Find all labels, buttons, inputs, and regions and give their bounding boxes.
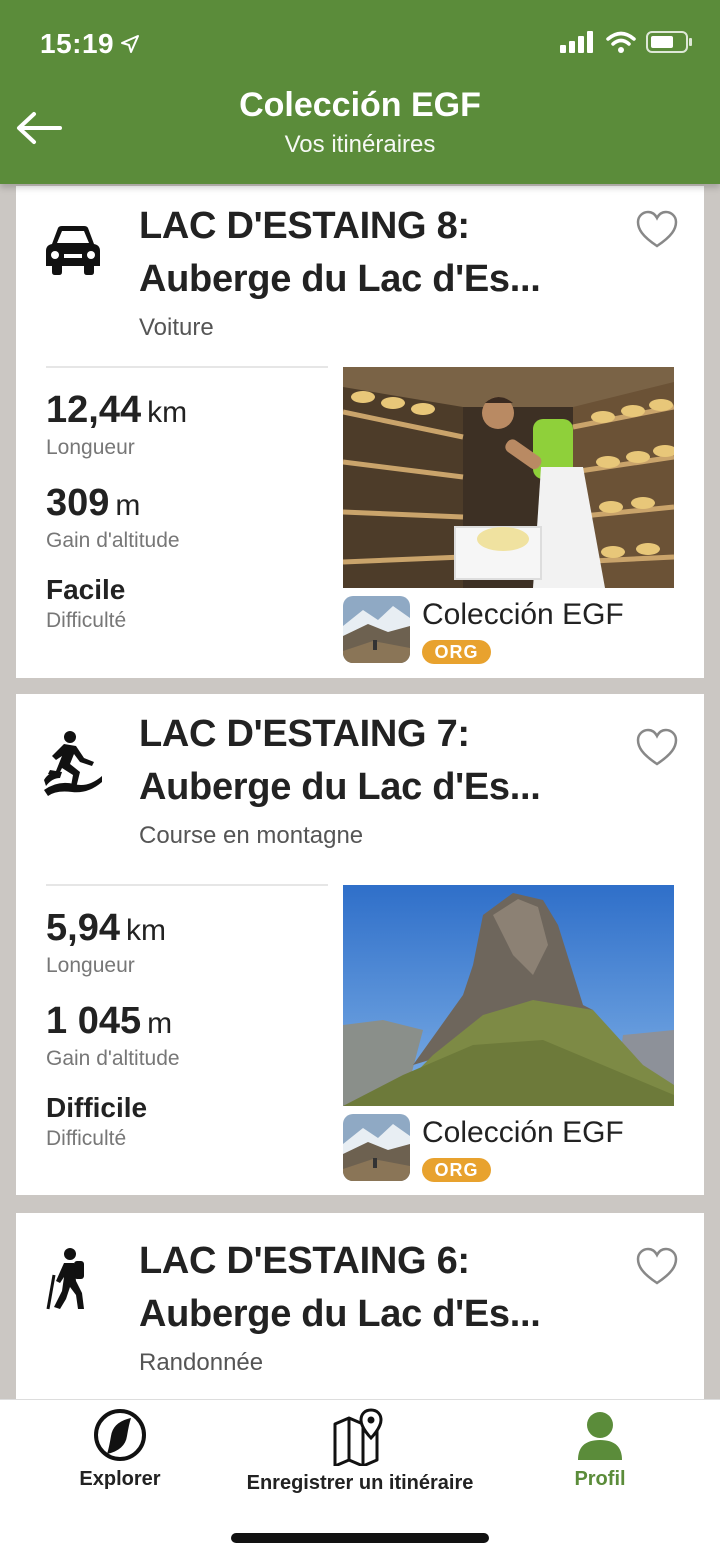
organization-avatar[interactable] [343,1114,410,1181]
nav-profile[interactable]: Profil [550,1408,650,1491]
itinerary-photo[interactable] [343,885,674,1106]
explore-icon [94,1409,146,1461]
organization-name[interactable]: Colección EGF [422,598,624,632]
location-arrow-icon [121,35,139,53]
itinerary-card[interactable]: LAC D'ESTAING 7: Auberge du Lac d'Es... … [16,694,704,1195]
battery-icon [646,31,692,53]
heart-icon[interactable] [636,1247,678,1287]
home-indicator [231,1533,489,1543]
activity-type: Randonnée [139,1349,264,1376]
car-icon [46,226,100,275]
itinerary-photo[interactable] [343,367,674,588]
itinerary-list[interactable]: LAC D'ESTAING 8: Auberge du Lac d'Es... … [0,184,720,1399]
nav-record-label: Enregistrer un itinéraire [246,1472,474,1494]
nav-explore-label: Explorer [79,1468,161,1490]
app-header: 15:19 Colección EGF Vos itinéraires [0,0,720,184]
length-value: 5,94 km [46,907,166,949]
signal-icon [560,31,593,53]
activity-type: Voiture [139,314,214,341]
divider [46,366,328,368]
page-title: Colección EGF [239,86,481,124]
difficulty-label: Difficulté [46,609,127,632]
nav-profile-label: Profil [574,1468,626,1490]
page-subtitle: Vos itinéraires [284,131,436,158]
difficulty-value: Difficile [46,1092,148,1123]
heart-icon[interactable] [636,210,678,250]
status-time: 15:19 [40,28,115,59]
elevation-gain-value: 1 045 m [46,1000,173,1042]
heart-icon[interactable] [636,728,678,768]
itinerary-card[interactable]: LAC D'ESTAING 6: Auberge du Lac d'Es... … [16,1213,704,1399]
org-badge: ORG [422,1158,491,1182]
organization-avatar[interactable] [343,596,410,663]
wifi-icon [606,31,636,53]
difficulty-label: Difficulté [46,1127,127,1150]
length-value: 12,44 km [46,389,188,431]
nav-explore[interactable]: Explorer [60,1408,180,1491]
status-indicators [560,30,694,54]
profile-icon [578,1412,622,1460]
divider [46,884,328,886]
card-title[interactable]: LAC D'ESTAING 7: Auberge du Lac d'Es... [139,708,639,814]
activity-type: Course en montagne [139,822,364,849]
elevation-gain-label: Gain d'altitude [46,1047,180,1070]
elevation-gain-value: 309 m [46,482,141,524]
map-pin-icon [333,1408,383,1466]
card-title[interactable]: LAC D'ESTAING 8: Auberge du Lac d'Es... [139,200,639,306]
difficulty-value: Facile [46,574,126,605]
org-badge: ORG [422,640,491,664]
mountain-running-icon [44,731,102,796]
itinerary-card[interactable]: LAC D'ESTAING 8: Auberge du Lac d'Es... … [16,186,704,678]
length-label: Longueur [46,436,135,459]
card-title[interactable]: LAC D'ESTAING 6: Auberge du Lac d'Es... [139,1235,639,1341]
nav-record[interactable]: Enregistrer un itinéraire [235,1408,485,1495]
elevation-gain-label: Gain d'altitude [46,529,180,552]
hiking-icon [46,1248,84,1310]
organization-name[interactable]: Colección EGF [422,1116,624,1150]
length-label: Longueur [46,954,135,977]
